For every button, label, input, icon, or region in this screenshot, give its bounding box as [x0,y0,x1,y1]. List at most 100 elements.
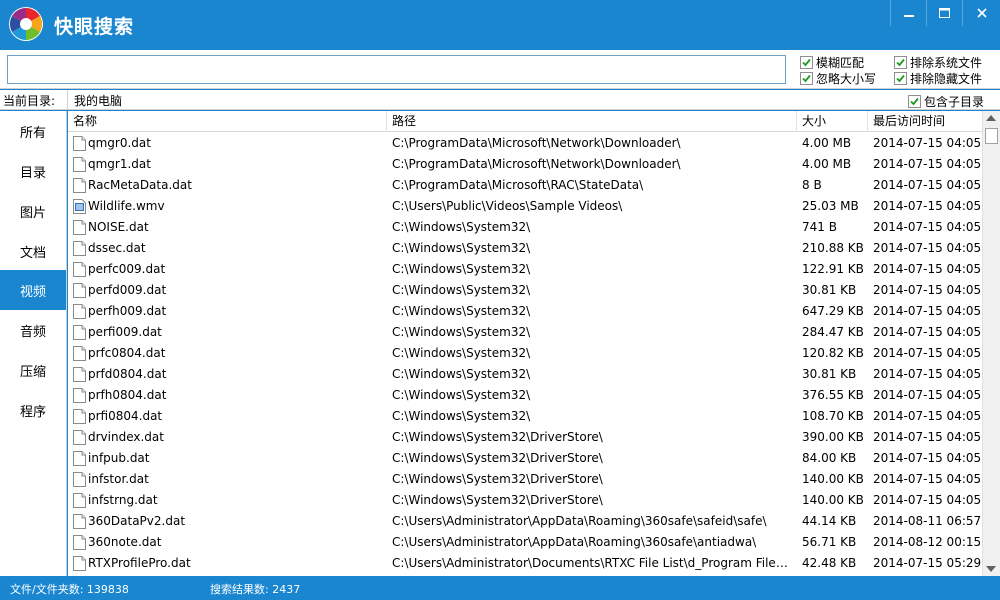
fuzzy-match-option[interactable]: 模糊匹配 [800,54,864,71]
minimize-button[interactable] [890,0,926,26]
cell-name: perfd009.dat [88,283,167,297]
table-row[interactable]: perfc009.dat C:\Windows\System32\ 122.91 K… [68,259,982,280]
vertical-scrollbar[interactable] [982,111,1000,576]
cell-name: prfc0804.dat [88,346,166,360]
exclude-hidden-option[interactable]: 排除隐藏文件 [894,70,982,87]
cell-size: 376.55 KB [802,388,864,402]
cell-size: 284.47 KB [802,325,864,339]
cell-path: C:\Windows\System32\ [392,241,531,255]
table-row[interactable]: perfd009.dat C:\Windows\System32\ 30.81 KB… [68,280,982,301]
search-bar: 模糊匹配 忽略大小写 排除系统文件 排除隐藏文件 [0,50,1000,89]
close-button[interactable] [962,0,1000,26]
table-row[interactable]: infstrng.dat C:\Windows\System32\DriverSt… [68,490,982,511]
checkmark-icon [910,97,919,106]
cell-size: 30.81 KB [802,367,857,381]
status-bar: 文件/文件夹数: 139838 搜索结果数: 2437 [0,576,1000,600]
cell-time: 2014-07-15 04:05 [873,388,982,402]
sidebar-item-programs[interactable]: 程序 [0,390,66,430]
file-icon [73,430,86,445]
table-row[interactable]: infpub.dat C:\Windows\System32\DriverStor… [68,448,982,469]
table-row[interactable]: infstor.dat C:\Windows\System32\DriverSto… [68,469,982,490]
cell-name: qmgr1.dat [88,157,151,171]
cell-time: 2014-07-15 04:05 [873,346,982,360]
table-row[interactable]: perfi009.dat C:\Windows\System32\ 284.47 K… [68,322,982,343]
cell-path: C:\Windows\System32\ [392,262,531,276]
include-subdirs-option[interactable]: 包含子目录 [908,93,984,110]
table-row[interactable]: NOISE.dat C:\Windows\System32\ 741 B 2014-0… [68,217,982,238]
cell-time: 2014-07-15 04:05 [873,451,982,465]
sidebar-item-audio[interactable]: 音频 [0,310,66,350]
exclude-hidden-checkbox[interactable] [894,72,907,85]
cell-name: infstor.dat [88,472,149,486]
cell-size: 140.00 KB [802,472,864,486]
app-logo-icon [9,7,43,41]
checkmark-icon [896,58,905,67]
cell-size: 108.70 KB [802,409,864,423]
cell-path: C:\Windows\System32\DriverStore\ [392,451,603,465]
sidebar-item-archives[interactable]: 压缩 [0,350,66,390]
table-row[interactable]: qmgr0.dat C:\ProgramData\Microsoft\Networ… [68,133,982,154]
table-row[interactable]: prfh0804.dat C:\Windows\System32\ 376.55 K… [68,385,982,406]
table-row[interactable]: qmgr1.dat C:\ProgramData\Microsoft\Networ… [68,154,982,175]
table-row[interactable]: prfd0804.dat C:\Windows\System32\ 30.81 KB… [68,364,982,385]
ignore-case-option[interactable]: 忽略大小写 [800,70,876,87]
column-header-path[interactable]: 路径 [387,111,797,132]
cell-time: 2014-07-15 04:05 [873,325,982,339]
sidebar-item-folders[interactable]: 目录 [0,151,66,191]
cell-size: 8 B [802,178,822,192]
scroll-up-icon[interactable] [986,115,996,121]
table-row[interactable]: perfh009.dat C:\Windows\System32\ 647.29 K… [68,301,982,322]
cell-time: 2014-08-12 00:15 [873,535,982,549]
cell-size: 741 B [802,220,837,234]
sidebar-item-images[interactable]: 图片 [0,191,66,231]
file-icon [73,304,86,319]
table-row[interactable]: prfc0804.dat C:\Windows\System32\ 120.82 K… [68,343,982,364]
sidebar-item-videos[interactable]: 视频 [0,270,66,310]
table-row[interactable]: drvindex.dat C:\Windows\System32\DriverSt… [68,427,982,448]
fuzzy-match-checkbox[interactable] [800,56,813,69]
exclude-system-option[interactable]: 排除系统文件 [894,54,982,71]
file-icon [73,535,86,550]
table-row[interactable]: Wildlife.wmv C:\Users\Public\Videos\Sampl… [68,196,982,217]
file-icon [73,136,86,151]
cell-name: infpub.dat [88,451,150,465]
table-row[interactable]: dssec.dat C:\Windows\System32\ 210.88 KB 20… [68,238,982,259]
minimize-icon [903,15,914,17]
column-header-size[interactable]: 大小 [797,111,868,132]
sidebar-item-all[interactable]: 所有 [0,111,66,151]
scrollbar-thumb[interactable] [985,128,998,144]
file-icon [73,556,86,571]
result-count-status: 搜索结果数: 2437 [210,583,301,596]
cell-path: C:\ProgramData\Microsoft\Network\Downloa… [392,136,681,150]
file-icon [73,346,86,361]
ignore-case-checkbox[interactable] [800,72,813,85]
file-icon [73,514,86,529]
checkmark-icon [802,58,811,67]
table-row[interactable]: prfi0804.dat C:\Windows\System32\ 108.70 K… [68,406,982,427]
fuzzy-match-label: 模糊匹配 [816,56,865,70]
cell-time: 2014-07-15 04:05 [873,178,982,192]
table-row[interactable]: 360DataPv2.dat C:\Users\Administrator\App… [68,511,982,532]
search-input[interactable] [7,55,786,84]
column-header-name[interactable]: 名称 [68,111,387,132]
cell-path: C:\Windows\System32\ [392,325,531,339]
exclude-system-checkbox[interactable] [894,56,907,69]
column-header-time[interactable]: 最后访问时间 [868,111,982,132]
table-row[interactable]: RTXProfilePro.dat C:\Users\Administrator\… [68,553,982,574]
sidebar-item-documents[interactable]: 文档 [0,231,66,271]
table-header: 名称 路径 大小 最后访问时间 [68,111,982,132]
cell-path: C:\Windows\System32\DriverStore\ [392,430,603,444]
results-table: 名称 路径 大小 最后访问时间 qmgr0.dat C:\ProgramData\… [68,111,1000,576]
cell-size: 647.29 KB [802,304,864,318]
current-directory-value[interactable]: 我的电脑 [74,92,122,109]
cell-time: 2014-07-15 04:05 [873,367,982,381]
maximize-button[interactable] [926,0,962,26]
cell-time: 2014-07-15 04:05 [873,220,982,234]
cell-size: 4.00 MB [802,157,852,171]
cell-name: prfd0804.dat [88,367,167,381]
cell-time: 2014-07-15 04:05 [873,241,982,255]
table-row[interactable]: 360note.dat C:\Users\Administrator\AppDat… [68,532,982,553]
scroll-down-icon[interactable] [986,566,996,572]
include-subdirs-checkbox[interactable] [908,95,921,108]
table-row[interactable]: RacMetaData.dat C:\ProgramData\Microsoft\… [68,175,982,196]
